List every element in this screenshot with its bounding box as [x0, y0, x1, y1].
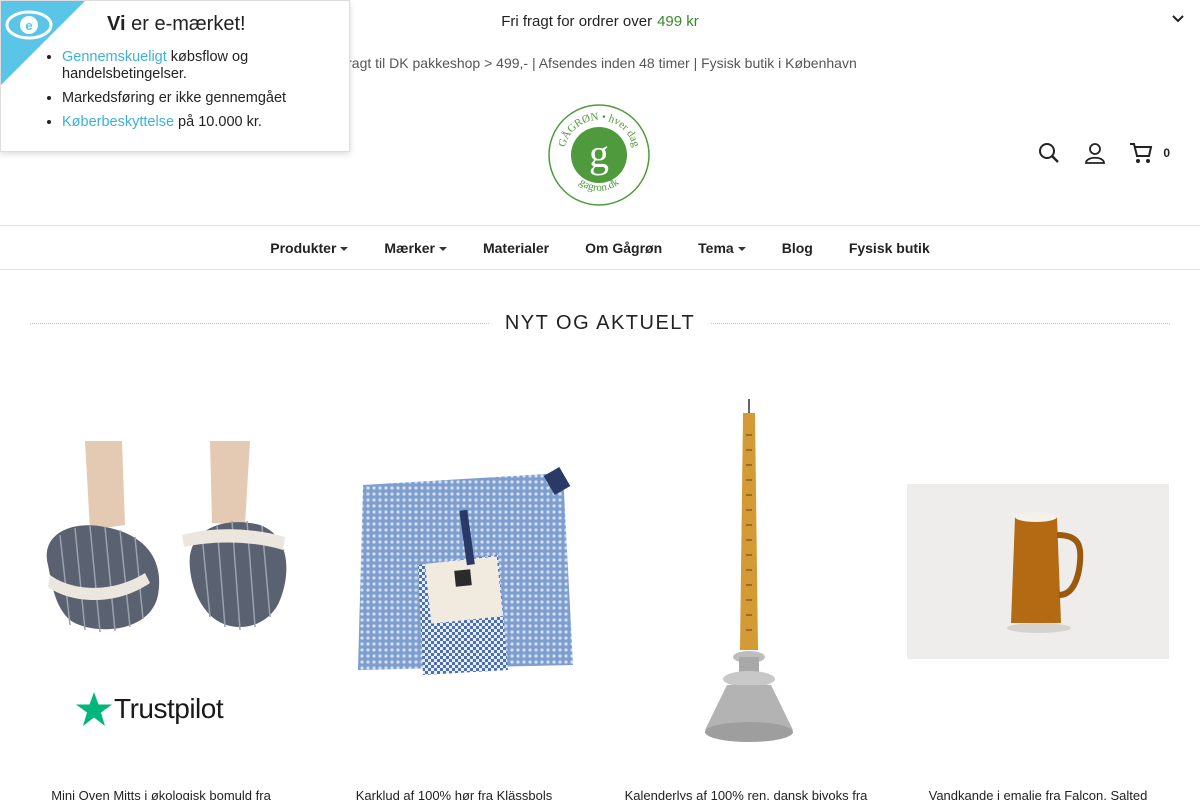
product-title[interactable]: Mini Oven Mitts i økologisk bomuld fra	[30, 788, 292, 800]
gagron-logo[interactable]: GÅGRØN • hver dag gagron.dk g	[548, 104, 650, 206]
koeberbeskyttelse-link[interactable]: Køberbeskyttelse	[62, 114, 174, 130]
list-item: Gennemskueligt købsflow og handelsbeting…	[62, 49, 332, 83]
caret-down-icon	[737, 246, 746, 251]
dish-cloth-image	[358, 466, 573, 675]
nav-label: Produkter	[270, 239, 337, 256]
free-shipping-text: Fri fragt for ordrer over	[501, 12, 653, 30]
divider	[30, 322, 489, 324]
nav-item-om-gagron[interactable]: Om Gågrøn	[585, 240, 662, 256]
e-maerket-heading-bold: Vi	[107, 13, 126, 35]
gennemskueligt-link[interactable]: Gennemskueligt	[62, 49, 167, 65]
caret-down-icon	[340, 246, 349, 251]
divider	[711, 322, 1171, 324]
nav-label: Fysisk butik	[848, 239, 930, 256]
nav-label: Materialer	[482, 239, 550, 256]
nav-item-materialer[interactable]: Materialer	[483, 240, 549, 256]
caret-down-icon	[438, 246, 447, 251]
shipping-info-text: fragt til DK pakkeshop > 499,- | Afsende…	[343, 55, 857, 71]
product-card[interactable]: Mini Oven Mitts i økologisk bomuld fra	[30, 395, 292, 800]
search-button[interactable]	[1037, 141, 1061, 165]
e-maerket-heading-text: er e-mærket!	[125, 13, 246, 35]
product-image[interactable]	[323, 395, 585, 750]
chevron-down-icon[interactable]	[1170, 10, 1186, 26]
nav-item-tema[interactable]: Tema	[698, 240, 746, 256]
star-icon	[76, 692, 112, 726]
nav-label: Tema	[698, 239, 734, 256]
e-maerket-popup[interactable]: e Vi er e-mærket! Gennemskueligt købsflo…	[0, 0, 350, 152]
cart-icon	[1130, 143, 1153, 163]
section-header: NYT OG AKTUELT	[30, 308, 1171, 338]
product-title[interactable]: Vandkande i emalje fra Falcon, Salted	[907, 788, 1169, 800]
product-card[interactable]: Vandkande i emalje fra Falcon, Salted	[907, 395, 1169, 800]
nav-label: Blog	[781, 239, 813, 256]
calendar-candle-image	[705, 399, 793, 742]
e-maerket-list: Gennemskueligt købsflow og handelsbeting…	[62, 49, 332, 138]
list-item: Markedsføring er ikke gennemgået	[62, 90, 332, 107]
nav-label: Mærker	[384, 239, 435, 256]
logo-letter: g	[589, 131, 609, 176]
enamel-jug-image	[907, 484, 1169, 659]
cart-button[interactable]: 0	[1129, 142, 1170, 164]
product-title[interactable]: Karklud af 100% hør fra Klässbols	[323, 788, 585, 800]
nav-item-blog[interactable]: Blog	[782, 240, 813, 256]
svg-text:e: e	[25, 18, 32, 33]
nav-item-produkter[interactable]: Produkter	[270, 239, 349, 256]
free-shipping-price: 499 kr	[657, 12, 699, 30]
product-card[interactable]: Karklud af 100% hør fra Klässbols	[323, 395, 585, 800]
trustpilot-label: Trustpilot	[114, 693, 224, 724]
list-item-text: på 10.000 kr.	[174, 114, 262, 130]
trustpilot-badge[interactable]: Trustpilot	[76, 692, 224, 726]
nav-label: Om Gågrøn	[585, 239, 663, 256]
cart-count: 0	[1163, 146, 1170, 160]
product-title[interactable]: Kalenderlys af 100% ren, dansk bivoks fr…	[615, 788, 877, 800]
product-image[interactable]	[907, 395, 1169, 750]
user-icon	[1085, 143, 1106, 164]
nav-item-fysisk-butik[interactable]: Fysisk butik	[849, 240, 930, 256]
account-button[interactable]	[1083, 141, 1107, 165]
nav-item-maerker[interactable]: Mærker	[384, 240, 447, 256]
section-title: NYT OG AKTUELT	[504, 311, 696, 334]
e-maerket-heading: Vi er e-mærket!	[107, 13, 246, 36]
product-card[interactable]: Kalenderlys af 100% ren, dansk bivoks fr…	[615, 395, 877, 800]
list-item-text: Markedsføring er ikke gennemgået	[62, 90, 287, 106]
header-actions: 0	[1037, 141, 1170, 165]
search-icon	[1039, 143, 1060, 163]
product-image[interactable]	[615, 395, 877, 750]
list-item: Køberbeskyttelse på 10.000 kr.	[62, 114, 332, 131]
main-nav: Produkter Mærker Materialer Om Gågrøn Te…	[0, 225, 1200, 270]
